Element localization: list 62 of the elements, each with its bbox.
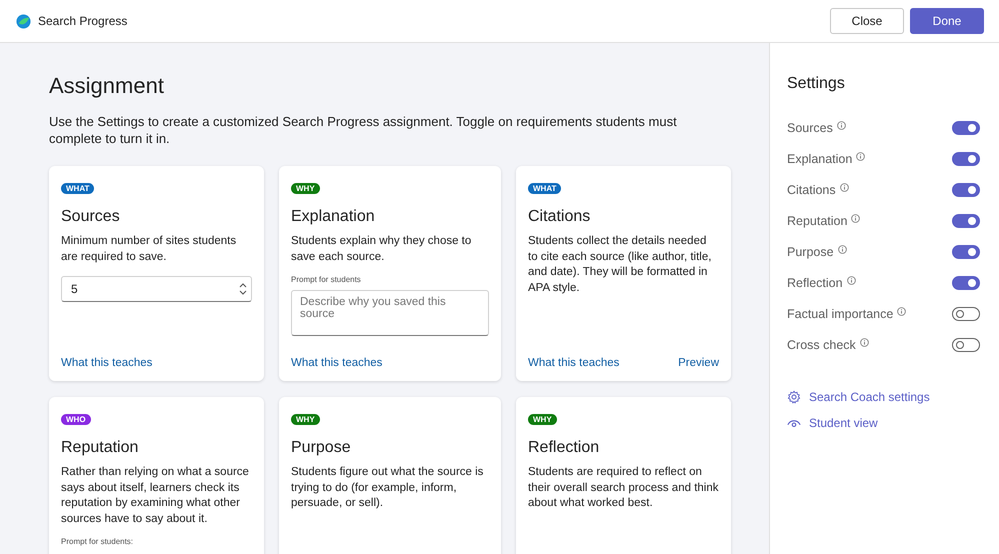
card-title: Purpose [291, 439, 352, 457]
toggle-switch[interactable] [952, 214, 980, 228]
info-icon[interactable] [897, 306, 906, 316]
card-description: Rather than relying on what a source says about itself, learners check its reputation by examining what other sources have to say about it. [61, 465, 250, 526]
card-title: Reputation [61, 439, 140, 457]
toggle-switch[interactable] [952, 182, 980, 196]
card-title: Explanation [291, 208, 376, 226]
info-icon[interactable] [840, 182, 849, 192]
toggle-switch[interactable] [952, 276, 980, 290]
prompt-label: Prompt for students [291, 275, 362, 284]
preview-link[interactable]: Preview [678, 357, 719, 369]
student-view-link[interactable]: Student view [787, 416, 980, 430]
info-icon[interactable] [856, 152, 866, 160]
category-tag: WHAT [61, 183, 94, 194]
card-title: Citations [528, 208, 592, 226]
category-tag: WHY [528, 414, 557, 425]
setting-label: Reflection [787, 276, 843, 290]
toggle-switch[interactable] [952, 120, 980, 134]
setting-label: Cross check [787, 338, 856, 352]
setting-label: Citations [787, 182, 836, 196]
card-title: Sources [61, 208, 121, 226]
page-heading: Assignment [49, 73, 165, 99]
settings-icon [787, 390, 801, 404]
eye-icon [787, 418, 801, 428]
setting-label: Reputation [787, 214, 848, 228]
setting-label: Sources [787, 120, 833, 134]
category-tag: WHAT [528, 183, 562, 194]
card-description: Minimum number of sites students are required to save. [61, 234, 238, 264]
close-button[interactable]: Close [830, 8, 904, 34]
prompt-label: Prompt for students: [61, 537, 134, 546]
toggle-switch[interactable] [952, 338, 980, 352]
category-tag: WHY [291, 414, 320, 425]
card-description: Students explain why they chose to save each source. [291, 234, 472, 264]
app-title: Search Progress [38, 14, 128, 28]
toggle-switch[interactable] [952, 306, 980, 320]
card-description: Students figure out what the source is trying to do (for example, inform, persuade, or sell). [291, 465, 484, 511]
toggle-switch[interactable] [952, 152, 980, 166]
setting-label: Purpose [787, 244, 834, 258]
info-icon[interactable] [836, 120, 846, 130]
done-button[interactable]: Done [910, 8, 984, 34]
settings-heading: Settings [787, 75, 846, 93]
prompt-field[interactable]: Describe why you saved this source [291, 290, 489, 336]
card-title: Reflection [528, 439, 600, 457]
number-input[interactable]: 5 [61, 276, 252, 302]
teaches-link[interactable]: What this teaches [291, 357, 382, 369]
coach-settings-link[interactable]: Search Coach settings [787, 390, 980, 404]
info-icon[interactable] [860, 338, 869, 346]
category-tag: WHO [61, 414, 91, 425]
setting-label: Factual importance [787, 306, 894, 320]
toggle-switch[interactable] [952, 244, 980, 258]
info-icon[interactable] [851, 214, 860, 222]
info-icon[interactable] [846, 276, 856, 284]
category-tag: WHY [291, 183, 320, 194]
card-description: Students are required to reflect on their overall search process and think about what worked best. [528, 465, 719, 511]
page-description: Use the Settings to create a customized Search Progress assignment. Toggle on requirements students must complete to turn it in. [49, 113, 678, 147]
logo-icon [16, 14, 31, 28]
setting-label: Explanation [787, 152, 852, 166]
teaches-link[interactable]: What this teaches [61, 357, 152, 369]
teaches-link[interactable]: What this teaches [528, 357, 620, 369]
info-icon[interactable] [838, 244, 847, 254]
card-description: Students collect the details needed to cite each source (like author, title, and date). They will be formatted in APA style. [528, 234, 712, 296]
spinner-icon[interactable] [239, 281, 247, 297]
